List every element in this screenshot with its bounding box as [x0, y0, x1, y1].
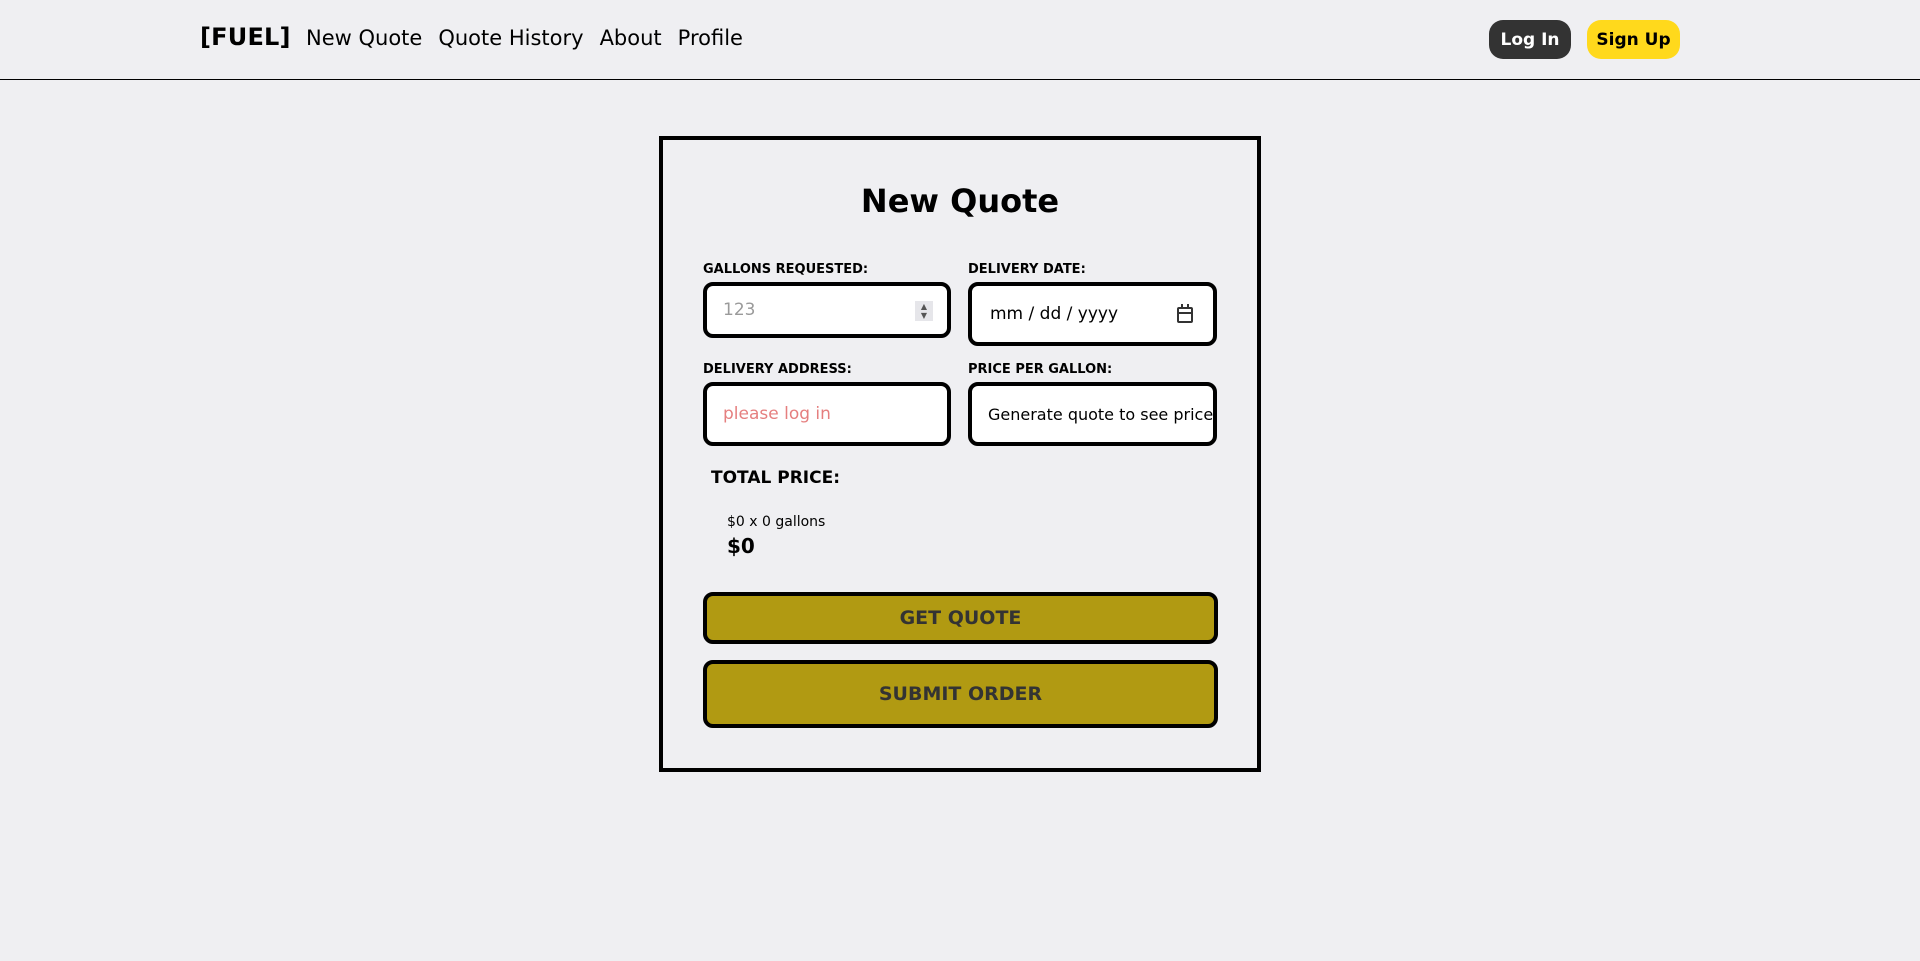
quote-form-card: New Quote GALLONS REQUESTED: 123 ▲ ▼ DELI…	[659, 136, 1261, 772]
main-nav: New Quote Quote History About Profile	[306, 26, 743, 50]
price-per-gallon-field: Generate quote to see price	[968, 382, 1217, 446]
brand-logo[interactable]: [FUEL]	[200, 23, 291, 51]
spinner-arrows-icon[interactable]: ▲ ▼	[915, 301, 933, 321]
delivery-address-label: DELIVERY ADDRESS:	[703, 362, 852, 377]
nav-new-quote[interactable]: New Quote	[306, 26, 422, 50]
total-price-value: $0	[727, 534, 755, 558]
nav-quote-history[interactable]: Quote History	[438, 26, 583, 50]
nav-profile[interactable]: Profile	[678, 26, 743, 50]
submit-order-button[interactable]: SUBMIT ORDER	[703, 660, 1218, 728]
gallons-placeholder: 123	[723, 300, 756, 320]
address-placeholder: please log in	[723, 404, 831, 424]
navbar: [FUEL] New Quote Quote History About Pro…	[0, 0, 1920, 80]
delivery-address-input[interactable]: please log in	[703, 382, 951, 446]
gallons-label: GALLONS REQUESTED:	[703, 262, 869, 277]
page-title: New Quote	[860, 182, 1060, 220]
calendar-icon[interactable]	[1177, 304, 1193, 323]
login-button[interactable]: Log In	[1489, 20, 1571, 59]
total-formula: $0 x 0 gallons	[727, 514, 826, 530]
gallons-input[interactable]: 123 ▲ ▼	[703, 282, 951, 338]
delivery-date-label: DELIVERY DATE:	[968, 262, 1086, 277]
delivery-date-input[interactable]: mm / dd / yyyy	[968, 282, 1217, 346]
signup-button[interactable]: Sign Up	[1587, 20, 1680, 59]
total-price-label: TOTAL PRICE:	[711, 468, 840, 488]
price-per-gallon-value: Generate quote to see price	[988, 404, 1214, 424]
price-per-gallon-label: PRICE PER GALLON:	[968, 362, 1113, 377]
get-quote-button[interactable]: GET QUOTE	[703, 592, 1218, 644]
date-placeholder: mm / dd / yyyy	[990, 304, 1119, 324]
nav-about[interactable]: About	[600, 26, 662, 50]
